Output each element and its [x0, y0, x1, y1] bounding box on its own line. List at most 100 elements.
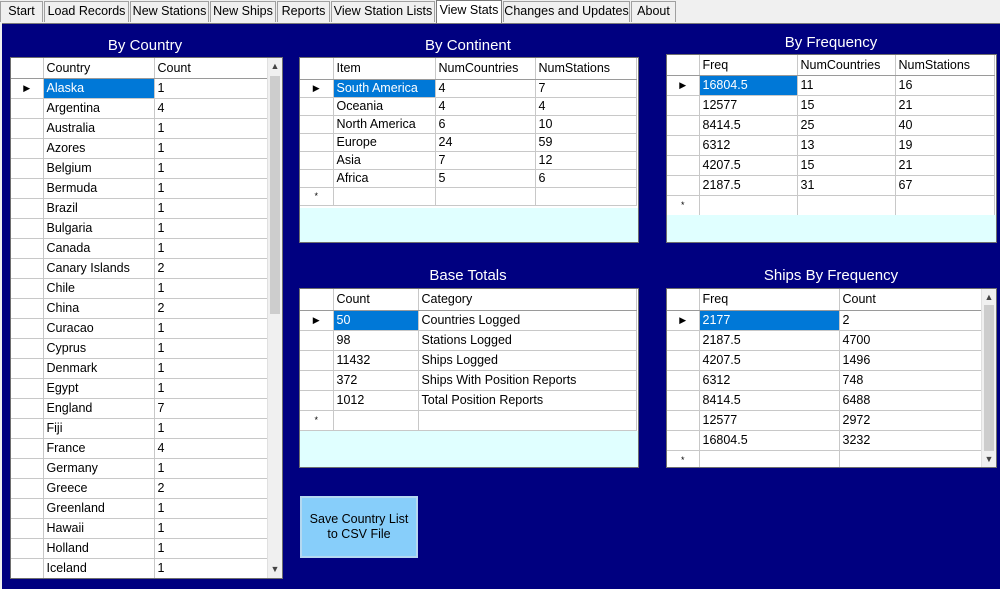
- row-header[interactable]: [300, 330, 334, 351]
- table-row[interactable]: Greenland 1: [11, 498, 268, 519]
- table-cell[interactable]: 748: [839, 370, 982, 391]
- scroll-up-arrow-icon[interactable]: ▲: [268, 58, 282, 74]
- column-header[interactable]: NumStations: [895, 55, 995, 76]
- table-row[interactable]: North America 6 10: [300, 115, 637, 134]
- table-cell[interactable]: 8414.5: [699, 390, 840, 411]
- row-header[interactable]: [667, 370, 700, 391]
- table-cell[interactable]: 21: [895, 155, 995, 176]
- table-cell[interactable]: 4207.5: [699, 155, 798, 176]
- table-cell[interactable]: 1: [154, 218, 268, 239]
- table-row[interactable]: Germany 1: [11, 458, 268, 479]
- row-header[interactable]: [11, 478, 44, 499]
- table-cell[interactable]: 2: [154, 478, 268, 499]
- table-cell[interactable]: Greece: [43, 478, 155, 499]
- table-cell[interactable]: North America: [333, 115, 436, 134]
- table-cell[interactable]: 2: [839, 310, 982, 331]
- table-cell[interactable]: 15: [797, 155, 896, 176]
- row-header[interactable]: [667, 175, 700, 196]
- table-cell[interactable]: 1: [154, 78, 268, 99]
- table-row[interactable]: Cyprus 1: [11, 338, 268, 359]
- scroll-thumb[interactable]: [984, 305, 994, 451]
- table-cell[interactable]: 2187.5: [699, 330, 840, 351]
- table-cell[interactable]: 6312: [699, 135, 798, 156]
- table-row[interactable]: 372 Ships With Position Reports: [300, 370, 637, 391]
- table-cell[interactable]: China: [43, 298, 155, 319]
- scroll-down-arrow-icon[interactable]: ▼: [982, 451, 996, 467]
- row-header[interactable]: [667, 95, 700, 116]
- scroll-down-arrow-icon[interactable]: ▼: [268, 561, 282, 577]
- ships-by-frequency-scrollbar[interactable]: ▲ ▼: [981, 289, 996, 467]
- table-cell[interactable]: 10: [535, 115, 637, 134]
- row-header[interactable]: [11, 238, 44, 259]
- table-cell[interactable]: [797, 195, 896, 216]
- table-row[interactable]: Brazil 1: [11, 198, 268, 219]
- table-cell[interactable]: Bulgaria: [43, 218, 155, 239]
- table-cell[interactable]: 1: [154, 118, 268, 139]
- new-row[interactable]: *: [300, 410, 637, 431]
- row-header[interactable]: [11, 358, 44, 379]
- table-cell[interactable]: 2972: [839, 410, 982, 431]
- row-header[interactable]: [300, 390, 334, 411]
- table-row[interactable]: Bermuda 1: [11, 178, 268, 199]
- table-cell[interactable]: 11: [797, 75, 896, 96]
- table-cell[interactable]: Ships Logged: [418, 350, 637, 371]
- table-row[interactable]: Bulgaria 1: [11, 218, 268, 239]
- row-header[interactable]: [11, 538, 44, 559]
- row-header[interactable]: [11, 418, 44, 439]
- column-header[interactable]: Freq: [699, 55, 798, 76]
- table-cell[interactable]: Belgium: [43, 158, 155, 179]
- current-row-arrow-icon[interactable]: ▶: [667, 75, 700, 96]
- new-row[interactable]: *: [667, 450, 982, 467]
- table-cell[interactable]: Germany: [43, 458, 155, 479]
- table-row[interactable]: 8414.5 6488: [667, 390, 982, 411]
- table-cell[interactable]: Canada: [43, 238, 155, 259]
- table-cell[interactable]: 1: [154, 558, 268, 578]
- table-cell[interactable]: 13: [797, 135, 896, 156]
- table-row[interactable]: Australia 1: [11, 118, 268, 139]
- table-row[interactable]: Azores 1: [11, 138, 268, 159]
- tab-view-stats[interactable]: View Stats: [436, 0, 502, 24]
- table-row[interactable]: ▶ 16804.5 11 16: [667, 75, 995, 96]
- column-header[interactable]: Freq: [699, 289, 840, 311]
- table-cell[interactable]: South America: [333, 79, 436, 98]
- new-row[interactable]: *: [667, 195, 995, 216]
- scroll-thumb[interactable]: [270, 76, 280, 314]
- table-cell[interactable]: 1: [154, 498, 268, 519]
- table-cell[interactable]: 19: [895, 135, 995, 156]
- table-cell[interactable]: 1: [154, 378, 268, 399]
- row-header[interactable]: [11, 278, 44, 299]
- table-cell[interactable]: [699, 450, 840, 467]
- base-totals-grid[interactable]: Count Category ▶ 50 Countries Logged 98 Statio…: [299, 288, 639, 468]
- table-cell[interactable]: 1: [154, 278, 268, 299]
- table-row[interactable]: Chile 1: [11, 278, 268, 299]
- table-cell[interactable]: 31: [797, 175, 896, 196]
- table-cell[interactable]: 1: [154, 318, 268, 339]
- table-cell[interactable]: 7: [435, 151, 536, 170]
- table-row[interactable]: 8414.5 25 40: [667, 115, 995, 136]
- table-cell[interactable]: 16: [895, 75, 995, 96]
- row-header[interactable]: [11, 498, 44, 519]
- table-cell[interactable]: 1012: [333, 390, 419, 411]
- table-cell[interactable]: 4207.5: [699, 350, 840, 371]
- table-cell[interactable]: [435, 187, 536, 206]
- table-cell[interactable]: Australia: [43, 118, 155, 139]
- row-header[interactable]: [667, 390, 700, 411]
- table-row[interactable]: China 2: [11, 298, 268, 319]
- table-cell[interactable]: [333, 410, 419, 431]
- table-cell[interactable]: Curacao: [43, 318, 155, 339]
- new-row[interactable]: *: [300, 187, 637, 206]
- row-header[interactable]: [11, 138, 44, 159]
- by-country-grid[interactable]: Country Count ▶ Alaska 1 Argentina 4 Australia 1…: [10, 57, 283, 579]
- table-cell[interactable]: 7: [154, 398, 268, 419]
- current-row-arrow-icon[interactable]: ▶: [11, 78, 44, 99]
- table-row[interactable]: ▶ South America 4 7: [300, 79, 637, 98]
- table-cell[interactable]: Fiji: [43, 418, 155, 439]
- current-row-arrow-icon[interactable]: ▶: [667, 310, 700, 331]
- tab-load-records[interactable]: Load Records: [44, 1, 129, 22]
- row-header[interactable]: [11, 298, 44, 319]
- table-cell[interactable]: 2187.5: [699, 175, 798, 196]
- current-row-arrow-icon[interactable]: ▶: [300, 310, 334, 331]
- table-row[interactable]: ▶ Alaska 1: [11, 78, 268, 99]
- table-cell[interactable]: 50: [333, 310, 419, 331]
- table-cell[interactable]: Europe: [333, 133, 436, 152]
